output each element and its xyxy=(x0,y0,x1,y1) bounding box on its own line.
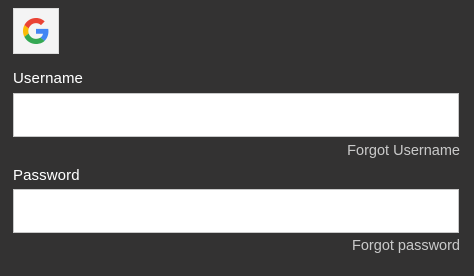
login-panel: Username Forgot Username Password Forgot… xyxy=(0,0,474,276)
password-input[interactable] xyxy=(13,189,459,233)
username-label: Username xyxy=(13,70,83,87)
password-label: Password xyxy=(13,167,80,184)
forgot-password-link[interactable]: Forgot password xyxy=(352,238,460,254)
google-sign-in-button[interactable] xyxy=(13,8,59,54)
forgot-username-link[interactable]: Forgot Username xyxy=(347,143,460,159)
username-input[interactable] xyxy=(13,93,459,137)
google-g-logo-icon xyxy=(23,18,49,44)
